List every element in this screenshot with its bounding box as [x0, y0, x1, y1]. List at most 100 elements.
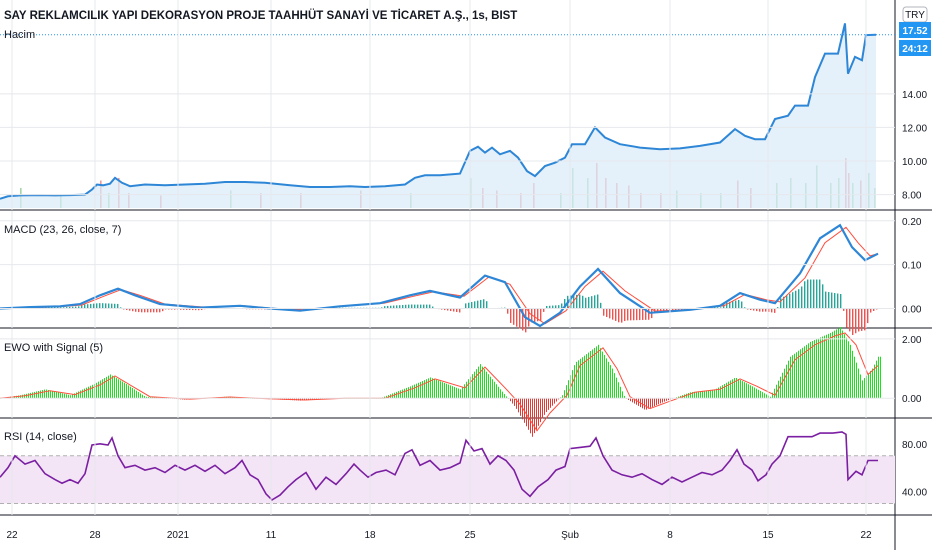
ewo-histogram-bar — [438, 380, 439, 399]
macd-histogram-bar — [606, 308, 608, 318]
ewo-histogram-bar — [68, 394, 69, 399]
macd-histogram-bar — [561, 303, 563, 309]
macd-histogram-bar — [621, 308, 623, 323]
macd-histogram-bar — [807, 279, 809, 309]
ewo-histogram-bar — [418, 382, 419, 399]
ewo-histogram-bar — [50, 390, 51, 399]
ewo-histogram-bar — [90, 385, 91, 399]
ewo-histogram-bar — [856, 362, 857, 399]
ewo-histogram-bar — [124, 382, 125, 399]
macd-histogram-bar — [141, 308, 143, 313]
ewo-histogram-bar — [128, 385, 129, 399]
macd-histogram-bar — [516, 308, 518, 327]
ewo-histogram-bar — [714, 389, 715, 399]
macd-histogram-bar — [738, 300, 740, 309]
ewo-histogram-bar — [108, 375, 109, 399]
macd-histogram-bar — [144, 308, 146, 313]
ewo-histogram-bar — [858, 368, 859, 399]
ewo-histogram-bar — [494, 381, 495, 399]
ewo-tick-label: 2.00 — [902, 335, 922, 346]
chart-canvas[interactable]: 8.00 10.00 12.00 14.00 0.20 0.10 0.00 2.00 0.00 8… — [0, 0, 932, 550]
ewo-histogram-bar — [540, 398, 541, 423]
macd-histogram-bar — [615, 308, 617, 321]
ewo-histogram-bar — [526, 398, 527, 427]
ewo-histogram-bar — [664, 398, 665, 402]
macd-histogram-bar — [510, 308, 512, 323]
ewo-histogram-bar — [594, 347, 595, 399]
ewo-histogram-bar — [644, 398, 645, 410]
ewo-histogram-bar — [28, 393, 29, 399]
ewo-histogram-bar — [636, 398, 637, 405]
macd-histogram-bar — [507, 308, 509, 314]
ewo-histogram-bar — [52, 390, 53, 399]
ewo-histogram-bar — [780, 376, 781, 399]
price-tick-label: 10.00 — [902, 157, 927, 168]
macd-histogram-bar — [816, 279, 818, 309]
ewo-histogram-bar — [512, 398, 513, 404]
ewo-histogram-bar — [722, 385, 723, 399]
ewo-histogram-bar — [766, 394, 767, 399]
ewo-label: EWO with Signal (5) — [4, 342, 103, 354]
ewo-histogram-bar — [868, 373, 869, 399]
x-tick-label: 2021 — [167, 530, 190, 541]
x-tick-label: 15 — [762, 530, 774, 541]
countdown-label: 24:12 — [902, 44, 928, 55]
ewo-histogram-bar — [138, 392, 139, 399]
ewo-histogram-bar — [408, 387, 409, 399]
price-tick-label: 12.00 — [902, 123, 927, 134]
ewo-histogram-bar — [398, 391, 399, 399]
x-tick-label: 25 — [464, 530, 476, 541]
ewo-histogram-bar — [690, 392, 691, 399]
ewo-histogram-bar — [454, 386, 455, 399]
last-price-label: 17.52 — [902, 26, 927, 37]
macd-histogram-bar — [825, 291, 827, 309]
ewo-histogram-bar — [620, 386, 621, 399]
ewo-histogram-bar — [478, 366, 479, 399]
macd-histogram-bar — [798, 289, 800, 309]
ewo-histogram-bar — [514, 398, 515, 406]
ewo-histogram-bar — [96, 382, 97, 399]
ewo-histogram-bar — [38, 390, 39, 399]
ewo-histogram-bar — [474, 371, 475, 399]
macd-histogram-bar — [480, 299, 482, 309]
ewo-histogram-bar — [860, 374, 861, 399]
ewo-histogram-bar — [132, 388, 133, 399]
ewo-histogram-bar — [414, 384, 415, 399]
macd-histogram-bar — [426, 304, 428, 309]
ewo-histogram-bar — [730, 380, 731, 399]
ewo-histogram-bar — [78, 391, 79, 399]
trading-chart[interactable]: 8.00 10.00 12.00 14.00 0.20 0.10 0.00 2.00 0.00 8… — [0, 0, 932, 550]
macd-histogram-bar — [732, 301, 734, 309]
macd-histogram-bar — [105, 303, 107, 309]
ewo-histogram-bar — [442, 382, 443, 399]
macd-histogram-bar — [837, 293, 839, 309]
macd-histogram-bar — [774, 308, 776, 313]
macd-histogram-bar — [819, 279, 821, 309]
ewo-histogram-bar — [538, 398, 539, 426]
macd-histogram-bar — [735, 300, 737, 309]
rsi-label: RSI (14, close) — [4, 431, 77, 443]
ewo-histogram-bar — [742, 381, 743, 399]
ewo-histogram-bar — [456, 387, 457, 399]
ewo-histogram-bar — [878, 356, 879, 399]
ewo-histogram-bar — [130, 386, 131, 399]
macd-histogram-bar — [609, 308, 611, 319]
ewo-histogram-bar — [804, 346, 805, 399]
ewo-histogram-bar — [602, 351, 603, 399]
macd-histogram-bar — [810, 279, 812, 309]
ewo-histogram-bar — [658, 398, 659, 405]
ewo-histogram-bar — [824, 335, 825, 399]
ewo-histogram-bar — [826, 334, 827, 399]
ewo-histogram-bar — [756, 388, 757, 399]
macd-histogram-bar — [87, 304, 89, 309]
ewo-histogram-bar — [748, 384, 749, 399]
macd-histogram-bar — [108, 303, 110, 309]
ewo-histogram-bar — [112, 375, 113, 399]
ewo-histogram-bar — [54, 391, 55, 399]
ewo-histogram-bar — [844, 334, 845, 399]
ewo-histogram-bar — [500, 389, 501, 399]
ewo-histogram-bar — [140, 393, 141, 399]
ewo-histogram-bar — [812, 340, 813, 399]
ewo-histogram-bar — [46, 389, 47, 399]
ewo-histogram-bar — [72, 394, 73, 399]
